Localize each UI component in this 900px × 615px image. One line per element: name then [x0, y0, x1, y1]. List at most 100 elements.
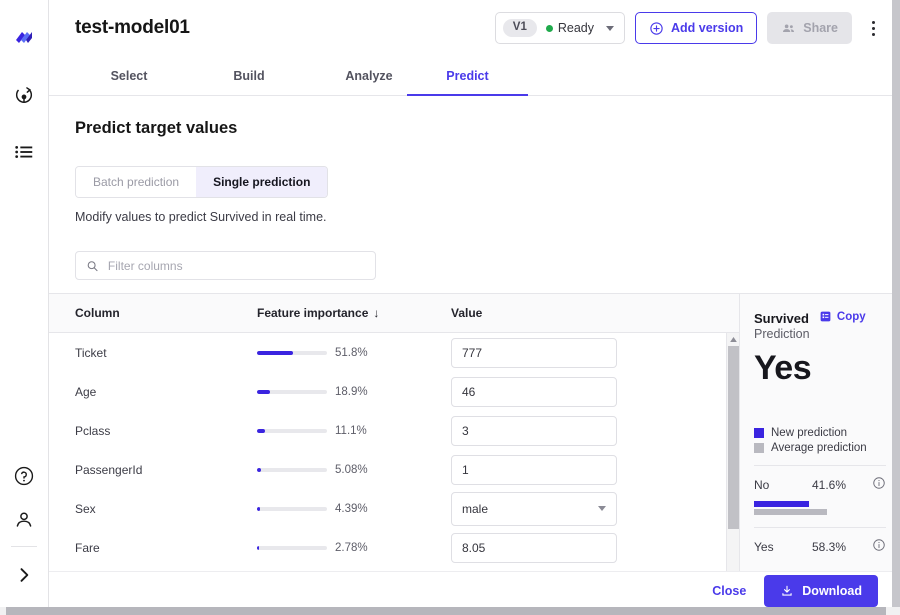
value-input[interactable]	[451, 337, 617, 368]
class-probability-yes-header: Yes 58.3%	[754, 538, 886, 555]
importance-bar-fill	[257, 389, 271, 394]
importance-bar-fill	[257, 467, 261, 472]
copy-button[interactable]: Copy	[819, 310, 866, 323]
row-column-name: Pclass	[75, 423, 111, 438]
table-row: Ticket 51.8%	[49, 333, 739, 372]
row-value-cell: male	[451, 491, 617, 526]
importance-pct: 18.9%	[335, 385, 368, 398]
tab-build[interactable]: Build	[189, 56, 309, 96]
row-value-cell	[451, 454, 617, 485]
chevron-down-icon[interactable]	[606, 25, 614, 31]
table-scrollbar-thumb[interactable]	[728, 346, 739, 529]
segment-single-prediction[interactable]: Single prediction	[196, 167, 328, 197]
value-input[interactable]	[451, 415, 617, 446]
importance-bar-fill	[257, 506, 261, 511]
row-value-cell	[451, 376, 617, 407]
copy-icon	[820, 311, 831, 322]
th-value-label: Value	[451, 306, 483, 320]
features-table: Column Feature importance ↓ Value Ticket…	[49, 293, 740, 579]
importance-pct: 11.1%	[335, 424, 367, 437]
page-horizontal-scrollbar[interactable]	[0, 607, 900, 615]
table-row: Fare 2.78%	[49, 528, 739, 567]
row-column-name: Age	[75, 384, 97, 399]
legend-swatch-new-icon	[754, 428, 764, 438]
share-button[interactable]: Share	[767, 12, 852, 44]
page-vertical-scrollbar[interactable]	[892, 0, 900, 607]
list-icon[interactable]	[0, 130, 49, 174]
class-probability-no: No 41.6%	[754, 466, 886, 515]
prediction-mode-segmented: Batch prediction Single prediction	[75, 166, 329, 198]
value-input[interactable]	[451, 376, 617, 407]
importance-bar-fill	[257, 350, 294, 355]
chevron-down-icon	[598, 506, 606, 511]
search-input[interactable]	[107, 258, 365, 273]
prediction-legend: New prediction Average prediction	[754, 427, 886, 454]
tab-select[interactable]: Select	[69, 56, 189, 96]
class-name-no: No	[754, 477, 770, 492]
class-name-yes: Yes	[754, 539, 774, 554]
info-icon[interactable]	[872, 538, 886, 555]
table-scrollbar[interactable]	[726, 333, 739, 578]
importance-pct: 51.8%	[335, 346, 368, 359]
close-button[interactable]: Close	[708, 578, 750, 604]
footer-bar: Close Download	[49, 571, 892, 609]
legend-label-average: Average prediction	[771, 442, 867, 454]
status-label: Ready	[557, 21, 594, 35]
value-input[interactable]	[451, 532, 617, 563]
tab-select-label: Select	[110, 69, 148, 83]
segment-batch-label: Batch prediction	[93, 175, 180, 189]
tab-predict[interactable]: Predict	[407, 56, 528, 96]
add-version-button[interactable]: Add version	[635, 12, 758, 44]
share-label: Share	[803, 21, 838, 35]
row-column-name: Fare	[75, 540, 100, 555]
value-select[interactable]: male	[451, 491, 617, 526]
bar-average-prediction-no	[754, 509, 827, 515]
version-selector[interactable]: V1 Ready	[494, 12, 625, 44]
importance-bar	[257, 545, 327, 550]
segment-single-label: Single prediction	[213, 175, 311, 189]
table-body: Ticket 51.8% Age 18.9%	[49, 333, 739, 578]
tab-build-label: Build	[233, 69, 265, 83]
legend-item-new: New prediction	[754, 427, 886, 439]
main-content: Predict target values Batch prediction S…	[49, 97, 900, 615]
user-icon[interactable]	[0, 498, 49, 542]
row-value-cell	[451, 532, 617, 563]
status-dot-icon	[545, 24, 553, 32]
value-input[interactable]	[451, 454, 617, 485]
legend-label-new: New prediction	[771, 427, 848, 439]
class-probability-yes: Yes 58.3%	[754, 528, 886, 555]
people-icon	[783, 24, 795, 32]
th-feature-importance-label: Feature importance	[257, 306, 369, 320]
download-icon	[782, 585, 792, 596]
importance-bar	[257, 506, 327, 511]
chevron-right-icon[interactable]	[0, 553, 49, 597]
th-column-label: Column	[75, 306, 120, 320]
th-column: Column	[75, 306, 120, 320]
more-options-icon[interactable]	[862, 13, 884, 43]
row-column-name: Sex	[75, 501, 96, 516]
download-button[interactable]: Download	[764, 574, 878, 607]
section-title: Predict target values	[75, 119, 238, 137]
table-row: Age 18.9%	[49, 372, 739, 411]
app-logo-icon[interactable]	[0, 16, 49, 60]
scroll-up-arrow-icon[interactable]	[727, 333, 739, 346]
sort-descending-icon: ↓	[373, 306, 380, 320]
info-icon[interactable]	[872, 476, 886, 493]
importance-bar	[257, 467, 327, 472]
prediction-header: Survived Copy	[754, 310, 886, 327]
plus-circle-icon	[650, 21, 663, 35]
importance-bar-fill	[257, 545, 259, 550]
page-vertical-scrollbar-thumb[interactable]	[892, 0, 900, 607]
copy-label: Copy	[836, 310, 866, 323]
page-horizontal-scrollbar-thumb[interactable]	[6, 607, 886, 615]
rail-divider	[11, 546, 37, 547]
section-subtitle: Modify values to predict Survived in rea…	[75, 210, 327, 224]
th-feature-importance[interactable]: Feature importance ↓	[257, 306, 379, 320]
segment-batch-prediction[interactable]: Batch prediction	[76, 167, 197, 197]
help-circle-icon[interactable]	[0, 454, 49, 498]
table-header-row: Column Feature importance ↓ Value	[49, 294, 739, 333]
left-rail	[0, 0, 49, 615]
filter-columns-field[interactable]	[75, 251, 376, 280]
model-icon[interactable]	[0, 74, 49, 118]
page-title: test-model01	[75, 17, 190, 38]
